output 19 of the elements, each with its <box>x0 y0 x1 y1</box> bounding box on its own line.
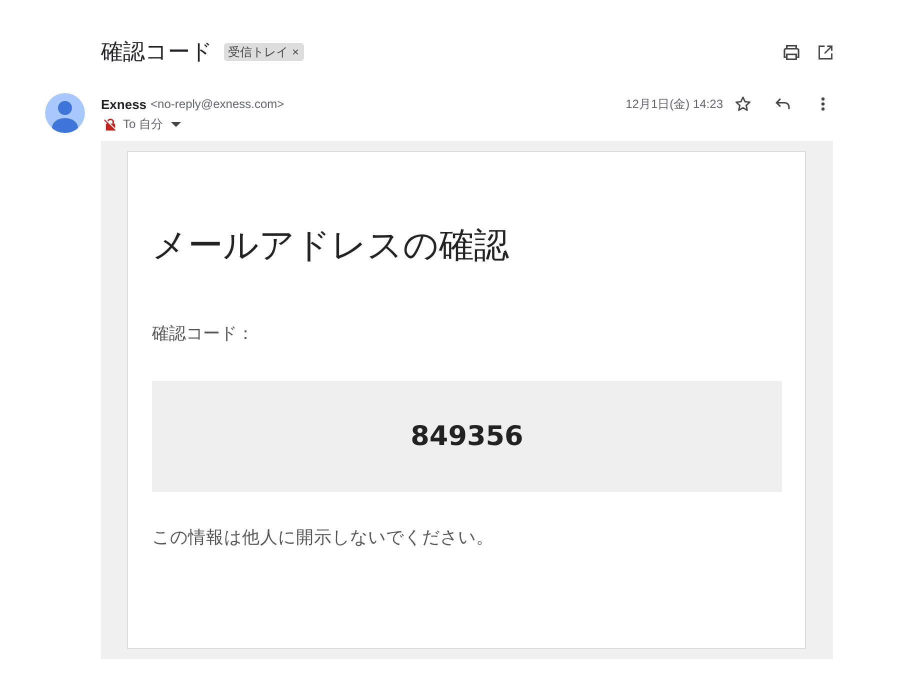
recipient-text: To 自分 <box>123 116 164 132</box>
verification-code: 849356 <box>410 421 524 452</box>
avatar-icon <box>45 93 85 133</box>
email-subject: 確認コード <box>101 38 213 66</box>
star-icon[interactable] <box>735 96 751 112</box>
email-heading: メールアドレスの確認 <box>152 225 510 267</box>
sender-name: Exness <box>101 96 147 112</box>
label-text: 受信トレイ <box>228 44 288 60</box>
caret-icon[interactable] <box>171 122 182 126</box>
print-icon[interactable] <box>783 44 800 60</box>
sender-email: <no-reply@exness.com> <box>150 97 284 111</box>
remove-label-control[interactable]: × <box>292 44 300 60</box>
privacy-note: この情報は他人に開示しないでください。 <box>152 526 495 549</box>
reply-icon[interactable] <box>775 98 791 110</box>
message-date: 12月1日(金) 14:23 <box>626 96 723 112</box>
more-options-icon[interactable] <box>821 97 825 111</box>
code-label: 確認コード： <box>152 323 255 345</box>
external-link-icon[interactable] <box>818 44 833 60</box>
crossed-lock-icon <box>104 118 117 130</box>
